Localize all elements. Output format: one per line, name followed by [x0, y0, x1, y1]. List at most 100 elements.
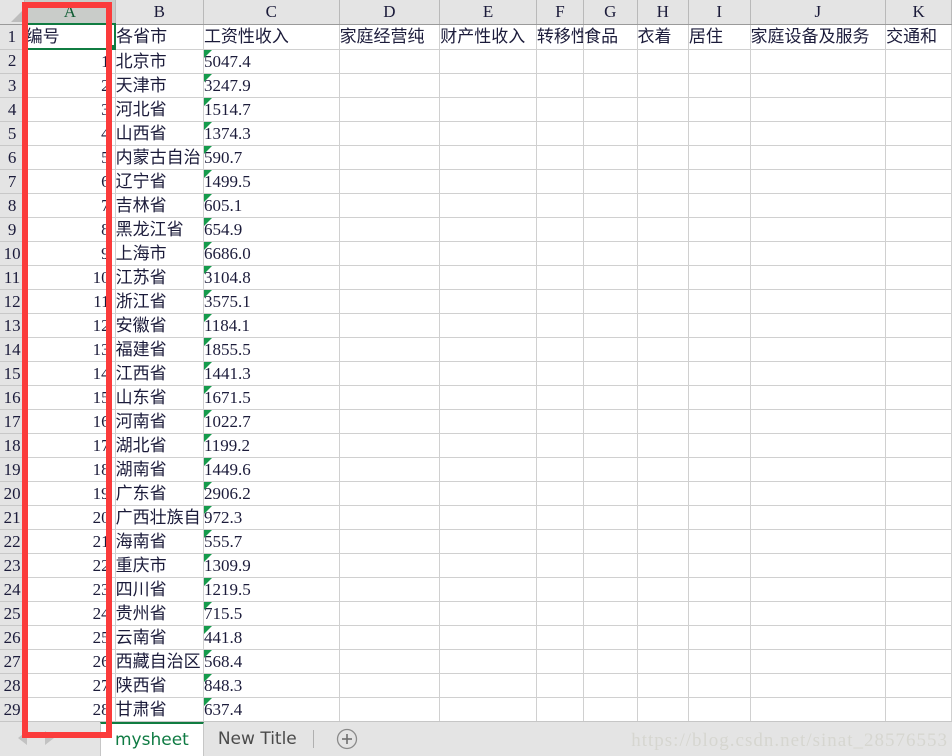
- cell-C15[interactable]: 1441.3: [203, 361, 340, 386]
- cell-I20[interactable]: [688, 481, 751, 506]
- cell-C8[interactable]: 605.1: [203, 193, 340, 218]
- cell-J3[interactable]: [750, 73, 887, 98]
- cell-J19[interactable]: [750, 457, 887, 482]
- row-header-23[interactable]: 23: [0, 553, 26, 578]
- cell-C25[interactable]: 715.5: [203, 601, 340, 626]
- cell-I29[interactable]: [688, 697, 751, 722]
- cell-H6[interactable]: [637, 145, 689, 170]
- cell-J15[interactable]: [750, 361, 887, 386]
- column-header-d[interactable]: D: [339, 0, 441, 25]
- cell-J1[interactable]: 家庭设备及服务: [750, 24, 887, 50]
- cell-B8[interactable]: 吉林省: [115, 193, 204, 218]
- cell-I17[interactable]: [688, 409, 751, 434]
- cell-K17[interactable]: [885, 409, 952, 434]
- cell-D19[interactable]: [339, 457, 441, 482]
- row-header-10[interactable]: 10: [0, 241, 26, 266]
- cell-G13[interactable]: [583, 313, 638, 338]
- cell-C19[interactable]: 1449.6: [203, 457, 340, 482]
- cell-B29[interactable]: 甘肃省: [115, 697, 204, 722]
- cell-J10[interactable]: [750, 241, 887, 266]
- cell-I13[interactable]: [688, 313, 751, 338]
- cell-C7[interactable]: 1499.5: [203, 169, 340, 194]
- row-header-11[interactable]: 11: [0, 265, 26, 290]
- cell-B2[interactable]: 北京市: [115, 49, 204, 74]
- cell-E1[interactable]: 财产性收入: [439, 24, 537, 50]
- cell-H8[interactable]: [637, 193, 689, 218]
- cell-I14[interactable]: [688, 337, 751, 362]
- cell-F28[interactable]: [536, 673, 585, 698]
- cell-B10[interactable]: 上海市: [115, 241, 204, 266]
- cell-I3[interactable]: [688, 73, 751, 98]
- cell-C5[interactable]: 1374.3: [203, 121, 340, 146]
- cell-J12[interactable]: [750, 289, 887, 314]
- cell-A10[interactable]: 9: [24, 241, 116, 266]
- cell-K15[interactable]: [885, 361, 952, 386]
- cell-B19[interactable]: 湖南省: [115, 457, 204, 482]
- cell-D5[interactable]: [339, 121, 441, 146]
- cell-F10[interactable]: [536, 241, 585, 266]
- cell-H1[interactable]: 衣着: [637, 24, 689, 50]
- cell-F8[interactable]: [536, 193, 585, 218]
- cell-F16[interactable]: [536, 385, 585, 410]
- cell-D10[interactable]: [339, 241, 441, 266]
- cell-H7[interactable]: [637, 169, 689, 194]
- cell-H9[interactable]: [637, 217, 689, 242]
- cell-H18[interactable]: [637, 433, 689, 458]
- cell-A29[interactable]: 28: [24, 697, 116, 722]
- cell-K21[interactable]: [885, 505, 952, 530]
- row-header-27[interactable]: 27: [0, 649, 26, 674]
- cell-I9[interactable]: [688, 217, 751, 242]
- cell-E28[interactable]: [439, 673, 537, 698]
- cell-G9[interactable]: [583, 217, 638, 242]
- cell-G23[interactable]: [583, 553, 638, 578]
- cell-F25[interactable]: [536, 601, 585, 626]
- cell-J28[interactable]: [750, 673, 887, 698]
- cell-F22[interactable]: [536, 529, 585, 554]
- cell-A9[interactable]: 8: [24, 217, 116, 242]
- cell-A17[interactable]: 16: [24, 409, 116, 434]
- cell-K27[interactable]: [885, 649, 952, 674]
- cell-H11[interactable]: [637, 265, 689, 290]
- cell-D8[interactable]: [339, 193, 441, 218]
- column-header-f[interactable]: F: [536, 0, 585, 25]
- cell-H15[interactable]: [637, 361, 689, 386]
- cell-J7[interactable]: [750, 169, 887, 194]
- row-header-17[interactable]: 17: [0, 409, 26, 434]
- cell-D26[interactable]: [339, 625, 441, 650]
- cell-E25[interactable]: [439, 601, 537, 626]
- cell-D25[interactable]: [339, 601, 441, 626]
- cell-G18[interactable]: [583, 433, 638, 458]
- cell-A19[interactable]: 18: [24, 457, 116, 482]
- cell-E15[interactable]: [439, 361, 537, 386]
- cell-B5[interactable]: 山西省: [115, 121, 204, 146]
- cell-A3[interactable]: 2: [24, 73, 116, 98]
- cell-J22[interactable]: [750, 529, 887, 554]
- cell-J25[interactable]: [750, 601, 887, 626]
- cell-K9[interactable]: [885, 217, 952, 242]
- cell-A11[interactable]: 10: [24, 265, 116, 290]
- row-header-28[interactable]: 28: [0, 673, 26, 698]
- cell-E12[interactable]: [439, 289, 537, 314]
- cell-D2[interactable]: [339, 49, 441, 74]
- cell-G26[interactable]: [583, 625, 638, 650]
- cell-K25[interactable]: [885, 601, 952, 626]
- cell-A20[interactable]: 19: [24, 481, 116, 506]
- cell-C2[interactable]: 5047.4: [203, 49, 340, 74]
- cell-A4[interactable]: 3: [24, 97, 116, 122]
- cell-K6[interactable]: [885, 145, 952, 170]
- cell-B6[interactable]: 内蒙古自治: [115, 145, 204, 170]
- cell-H20[interactable]: [637, 481, 689, 506]
- cell-B15[interactable]: 江西省: [115, 361, 204, 386]
- cell-C13[interactable]: 1184.1: [203, 313, 340, 338]
- cell-E5[interactable]: [439, 121, 537, 146]
- cell-J4[interactable]: [750, 97, 887, 122]
- row-header-8[interactable]: 8: [0, 193, 26, 218]
- cell-H27[interactable]: [637, 649, 689, 674]
- cell-B28[interactable]: 陕西省: [115, 673, 204, 698]
- row-header-25[interactable]: 25: [0, 601, 26, 626]
- cell-A13[interactable]: 12: [24, 313, 116, 338]
- row-header-4[interactable]: 4: [0, 97, 26, 122]
- cell-I22[interactable]: [688, 529, 751, 554]
- column-header-i[interactable]: I: [688, 0, 751, 25]
- cell-H23[interactable]: [637, 553, 689, 578]
